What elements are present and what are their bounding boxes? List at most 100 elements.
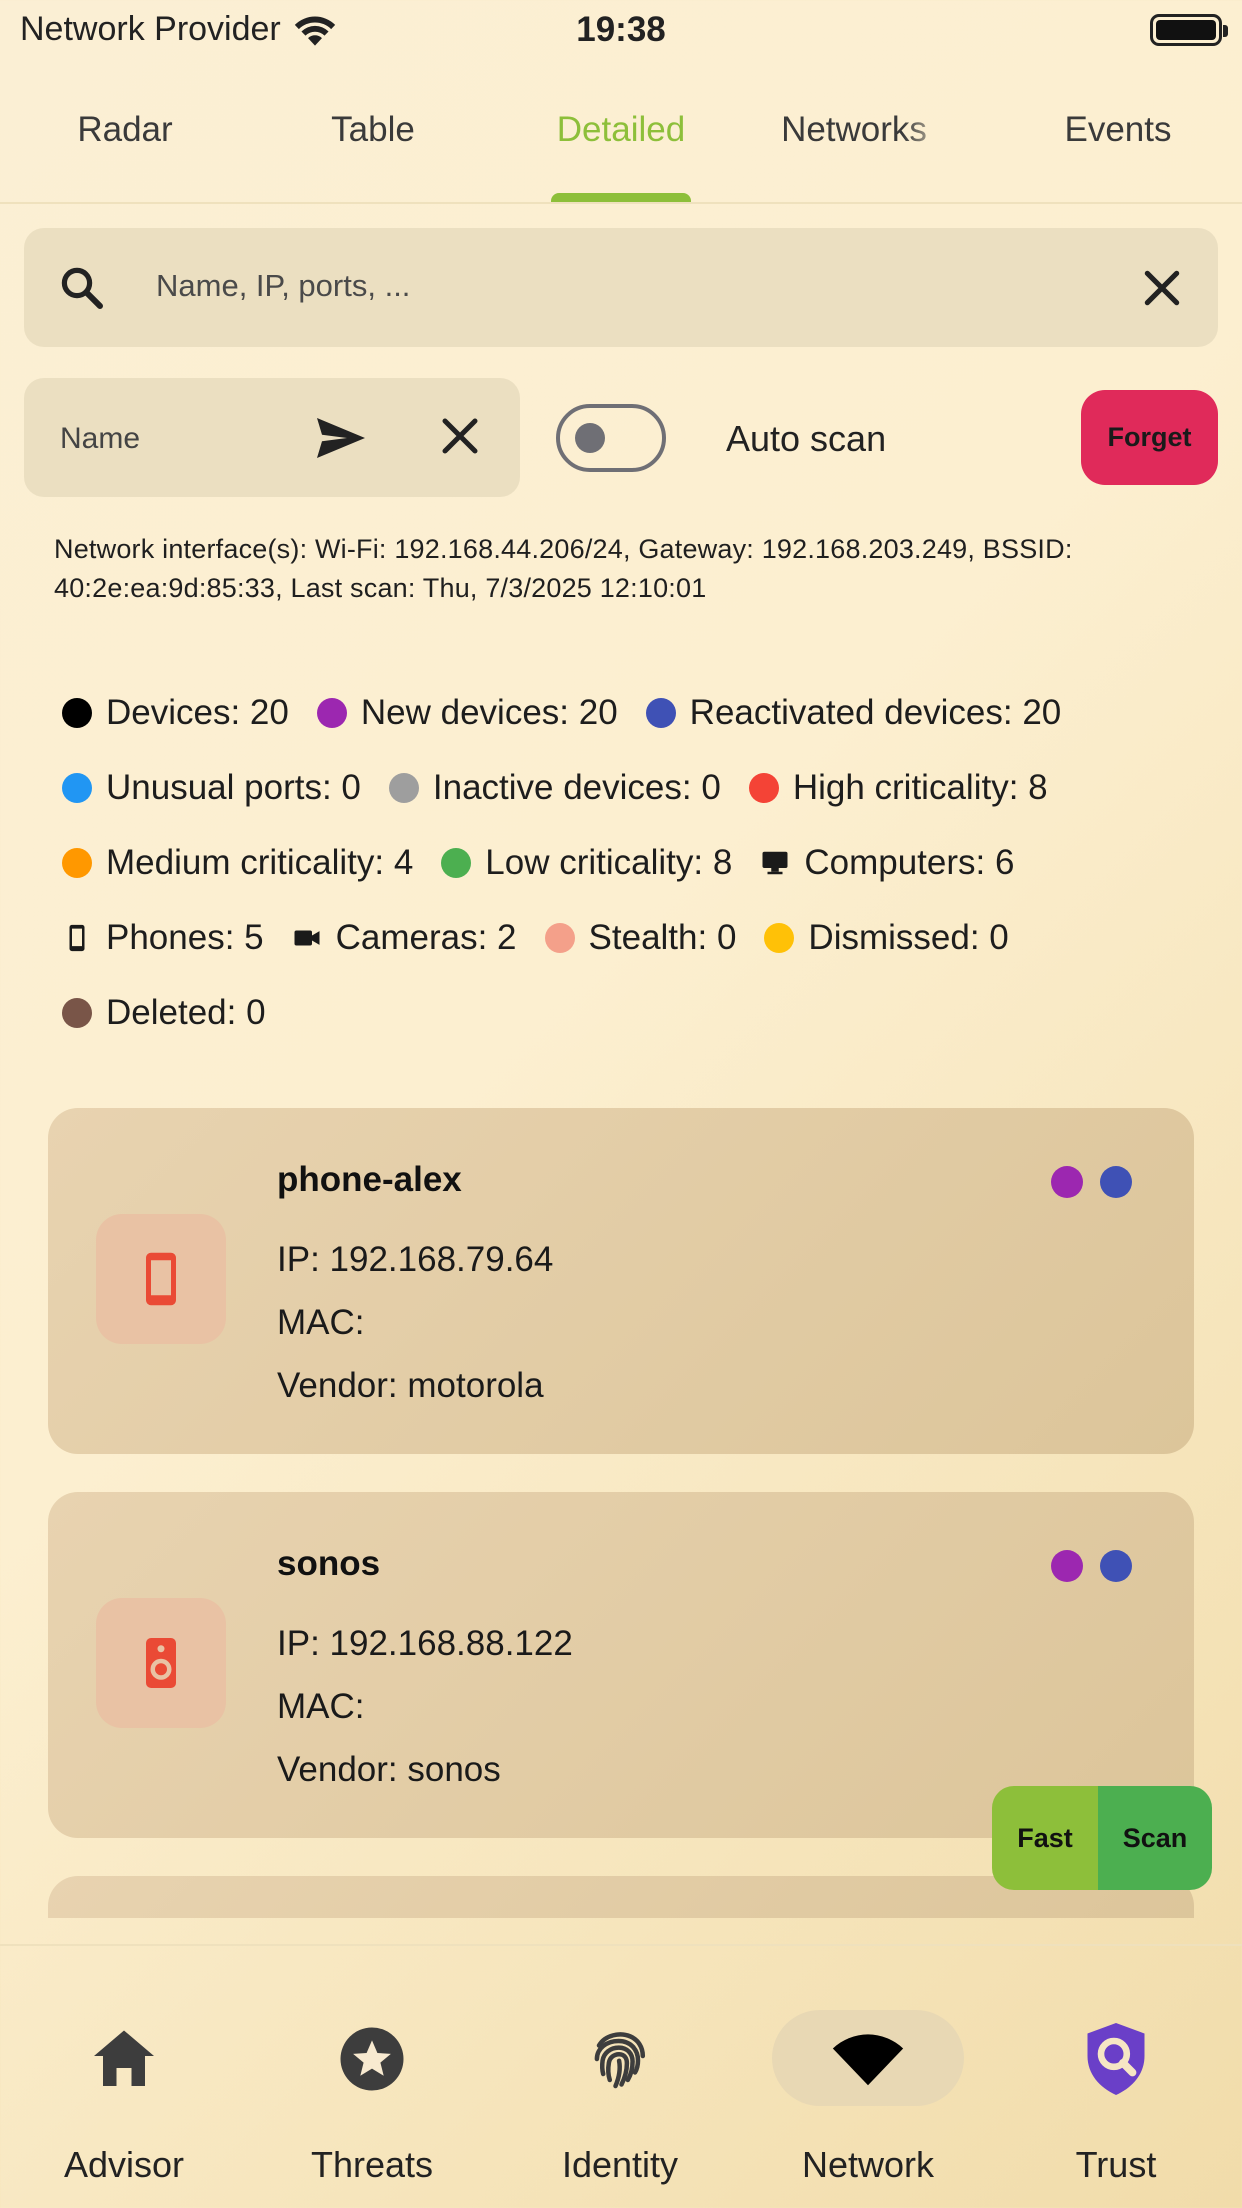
device-vendor: Vendor: sonos [277, 1750, 501, 1789]
legend-medium-criticality[interactable]: Medium criticality: 4 [62, 840, 413, 885]
speaker-icon [146, 1638, 176, 1688]
toggle-knob [575, 423, 605, 453]
phone-icon [62, 923, 92, 953]
clear-search-icon[interactable] [1140, 266, 1184, 310]
tab-radar[interactable]: Radar [0, 110, 250, 150]
legend-dismissed[interactable]: Dismissed: 0 [764, 915, 1009, 960]
legend-label: Dismissed: 0 [808, 917, 1009, 957]
camera-icon [292, 923, 322, 953]
dot-icon [316, 697, 347, 728]
reactivated-device-dot [1100, 1550, 1132, 1582]
legend-phones[interactable]: Phones: 5 [62, 915, 264, 960]
device-card-phone-alex[interactable]: phone-alex IP: 192.168.79.64 MAC: Vendor… [48, 1108, 1194, 1454]
legend-low-criticality[interactable]: Low criticality: 8 [441, 840, 732, 885]
battery-icon [1150, 14, 1228, 46]
dot-icon [388, 772, 419, 803]
legend-label: Devices: 20 [106, 692, 289, 732]
auto-scan-toggle[interactable] [556, 404, 666, 472]
nav-threats[interactable]: Threats [248, 1946, 496, 2208]
tab-bar: Radar Table Detailed Networks Events [0, 62, 1242, 204]
nav-label: Advisor [63, 2144, 185, 2185]
legend-label: Stealth: 0 [588, 917, 737, 957]
device-legend: Devices: 20 New devices: 20 Reactivated … [62, 690, 1222, 1035]
tab-detailed[interactable]: Detailed [496, 110, 746, 150]
device-ip: IP: 192.168.79.64 [277, 1240, 554, 1279]
legend-label: Unusual ports: 0 [106, 767, 361, 807]
legend-label: Phones: 5 [106, 917, 264, 957]
bottom-navigation: Advisor Threats Identity Network Trust [0, 1944, 1242, 2208]
reactivated-device-dot [1100, 1166, 1132, 1198]
name-filter-input[interactable]: Name [60, 422, 140, 456]
legend-inactive-devices[interactable]: Inactive devices: 0 [388, 765, 721, 810]
wifi-icon [831, 2022, 905, 2096]
nav-label: Threats [310, 2144, 434, 2185]
legend-label: Computers: 6 [804, 842, 1015, 882]
forget-button[interactable]: Forget [1081, 390, 1218, 485]
search-icon [61, 267, 103, 309]
device-status-dots [1051, 1550, 1132, 1582]
star-badge-icon [335, 2022, 409, 2096]
legend-stealth[interactable]: Stealth: 0 [544, 915, 737, 960]
status-bar: Network Provider 19:38 [0, 0, 1242, 62]
device-status-dots [1051, 1166, 1132, 1198]
name-filter-field[interactable]: Name [24, 378, 520, 497]
dot-icon [764, 922, 795, 953]
tab-networks[interactable]: Networks [756, 110, 952, 150]
device-mac: MAC: [277, 1303, 365, 1342]
legend-label: Reactivated devices: 20 [689, 692, 1062, 732]
device-name: phone-alex [277, 1160, 462, 1199]
dot-icon [62, 697, 92, 728]
shield-search-icon [1079, 2022, 1153, 2096]
home-icon [87, 2022, 161, 2096]
tab-events[interactable]: Events [993, 110, 1242, 150]
nav-label: Trust [1075, 2144, 1157, 2185]
new-device-dot [1051, 1550, 1083, 1582]
search-input[interactable]: Name, IP, ports, ... [156, 268, 410, 304]
nav-identity[interactable]: Identity [496, 1946, 744, 2208]
dot-icon [62, 847, 92, 878]
active-tab-indicator [551, 193, 691, 202]
fingerprint-icon [583, 2022, 657, 2096]
legend-high-criticality[interactable]: High criticality: 8 [748, 765, 1048, 810]
device-type-badge [96, 1598, 226, 1728]
nav-trust[interactable]: Trust [992, 1946, 1240, 2208]
smartphone-icon [146, 1252, 176, 1306]
legend-label: High criticality: 8 [792, 767, 1048, 807]
scan-button-group: Fast Scan [992, 1786, 1212, 1890]
network-info: Network interface(s): Wi-Fi: 192.168.44.… [54, 534, 1073, 603]
carrier-name: Network Provider [20, 10, 281, 48]
search-bar[interactable]: Name, IP, ports, ... [24, 228, 1218, 347]
nav-advisor[interactable]: Advisor [0, 1946, 248, 2208]
legend-label: Cameras: 2 [335, 917, 517, 957]
send-icon[interactable] [314, 414, 368, 462]
legend-label: Low criticality: 8 [485, 842, 733, 882]
new-device-dot [1051, 1166, 1083, 1198]
device-mac: MAC: [277, 1687, 365, 1726]
legend-reactivated-devices[interactable]: Reactivated devices: 20 [645, 690, 1062, 735]
legend-unusual-ports[interactable]: Unusual ports: 0 [62, 765, 361, 810]
wifi-signal-icon [294, 16, 335, 46]
legend-deleted[interactable]: Deleted: 0 [62, 990, 266, 1035]
legend-devices[interactable]: Devices: 20 [62, 690, 289, 735]
legend-new-devices[interactable]: New devices: 20 [316, 690, 618, 735]
nav-network[interactable]: Network [744, 1946, 992, 2208]
device-vendor: Vendor: motorola [277, 1366, 544, 1405]
device-name: sonos [277, 1544, 381, 1583]
dot-icon [645, 697, 676, 728]
legend-label: Deleted: 0 [106, 992, 266, 1032]
legend-computers[interactable]: Computers: 6 [760, 840, 1014, 885]
clear-name-icon[interactable] [440, 416, 480, 456]
fast-scan-button[interactable]: Fast [992, 1786, 1098, 1890]
tab-table[interactable]: Table [248, 110, 498, 150]
dot-icon [441, 847, 472, 878]
legend-label: New devices: 20 [360, 692, 618, 732]
carrier: Network Provider [20, 10, 337, 49]
auto-scan-label: Auto scan [726, 418, 887, 459]
dot-icon [544, 922, 575, 953]
legend-cameras[interactable]: Cameras: 2 [292, 915, 517, 960]
legend-label: Medium criticality: 4 [106, 842, 414, 882]
dot-icon [62, 997, 92, 1028]
dot-icon [62, 772, 92, 803]
scan-button[interactable]: Scan [1098, 1786, 1212, 1890]
dot-icon [748, 772, 779, 803]
